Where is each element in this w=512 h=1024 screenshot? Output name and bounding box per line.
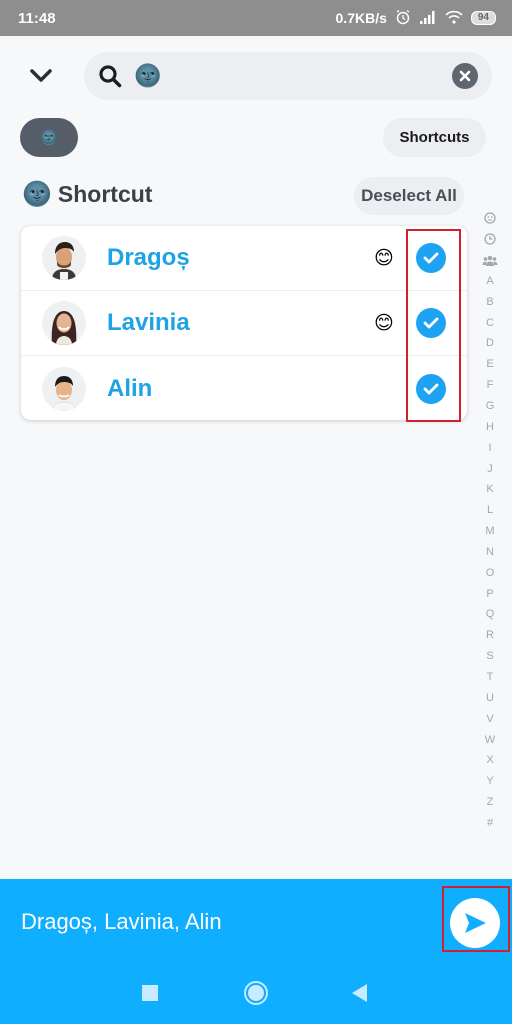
smiley-icon[interactable] [484, 208, 496, 229]
index-letter-x[interactable]: X [486, 750, 493, 771]
index-letter-t[interactable]: T [487, 667, 494, 688]
avatar [42, 366, 86, 411]
shortcuts-button[interactable]: Shortcuts [383, 118, 486, 157]
index-letter-j[interactable]: J [487, 458, 493, 479]
wifi-icon [445, 10, 463, 27]
back-icon[interactable] [352, 984, 367, 1002]
search-icon [98, 63, 124, 89]
index-letter-g[interactable]: G [486, 396, 495, 417]
battery-icon: 94 [470, 11, 496, 25]
friend-emoji: 😊 [374, 247, 394, 269]
alphabet-index[interactable]: A B C D E F G H I J K L M N O P Q R S T U V W X Y Z # [478, 208, 502, 833]
close-icon[interactable] [452, 63, 478, 89]
index-letter-l[interactable]: L [487, 500, 493, 521]
friend-row-lavinia[interactable]: Lavinia 😊 [21, 291, 467, 356]
friend-name: Dragoș [107, 244, 190, 271]
index-letter-b[interactable]: B [486, 291, 493, 312]
index-letter-m[interactable]: M [485, 521, 494, 542]
section-title-text: Shortcut [57, 181, 153, 207]
section-title: 🌚 Shortcut [22, 180, 152, 209]
alarm-icon [395, 9, 411, 28]
index-letter-c[interactable]: C [486, 312, 494, 333]
index-letter-e[interactable]: E [486, 354, 493, 375]
friend-emoji: 😊 [374, 312, 394, 334]
network-speed: 0.7KB/s [335, 10, 387, 26]
index-letter-p[interactable]: P [486, 583, 493, 604]
index-letter-v[interactable]: V [486, 708, 493, 729]
index-letter-h[interactable]: H [486, 416, 494, 437]
friends-list: Dragoș 😊 Lavinia 😊 Alin [21, 226, 467, 420]
search-value: 🌚 [134, 63, 162, 88]
search-input[interactable]: 🌚 [84, 52, 492, 100]
checkmark-icon[interactable] [416, 243, 446, 273]
recents-icon[interactable] [142, 985, 158, 1001]
send-arrow-icon [465, 913, 486, 933]
index-letter-w[interactable]: W [485, 729, 495, 750]
index-letter-r[interactable]: R [486, 625, 494, 646]
header: 🌚 [0, 52, 512, 100]
recipients-text: Dragoș, Lavinia, Alin [21, 909, 222, 934]
chevron-down-icon[interactable] [26, 62, 56, 90]
index-letter-n[interactable]: N [486, 542, 494, 563]
checkmark-icon[interactable] [416, 373, 446, 404]
friend-row-alin[interactable]: Alin [21, 356, 467, 420]
status-icons: 0.7KB/s 94 [336, 9, 496, 28]
friend-row-dragos[interactable]: Dragoș 😊 [21, 226, 467, 291]
index-letter-f[interactable]: F [487, 375, 494, 396]
deselect-all-button[interactable]: Deselect All [354, 177, 464, 215]
friend-name: Alin [107, 374, 153, 402]
index-letter-k[interactable]: K [486, 479, 493, 500]
index-letter-z[interactable]: Z [487, 792, 494, 813]
index-letter-i[interactable]: I [488, 437, 491, 458]
index-letter-s[interactable]: S [486, 646, 493, 667]
friend-name: Lavinia [107, 309, 190, 336]
avatar [42, 301, 86, 345]
index-letter-o[interactable]: O [486, 562, 495, 583]
emoji-filter-chip[interactable]: 🌚 [20, 118, 78, 157]
home-icon[interactable] [244, 981, 268, 1005]
section-emoji: 🌚 [22, 181, 52, 208]
status-bar: 11:48 0.7KB/s 94 [0, 0, 512, 36]
index-letter-a[interactable]: A [486, 271, 493, 292]
index-letter-q[interactable]: Q [486, 604, 495, 625]
avatar [42, 236, 86, 280]
group-icon[interactable] [482, 250, 498, 271]
signal-icon [419, 10, 437, 27]
checkmark-icon[interactable] [416, 308, 446, 338]
index-letter-hash[interactable]: # [487, 812, 493, 833]
clock-icon[interactable] [484, 229, 496, 250]
send-button[interactable] [450, 898, 500, 948]
android-nav-bar [0, 973, 512, 1013]
index-letter-y[interactable]: Y [486, 771, 493, 792]
index-letter-d[interactable]: D [486, 333, 494, 354]
status-time: 11:48 [18, 9, 56, 27]
index-letter-u[interactable]: U [486, 687, 494, 708]
send-bar: Dragoș, Lavinia, Alin [0, 879, 512, 1024]
